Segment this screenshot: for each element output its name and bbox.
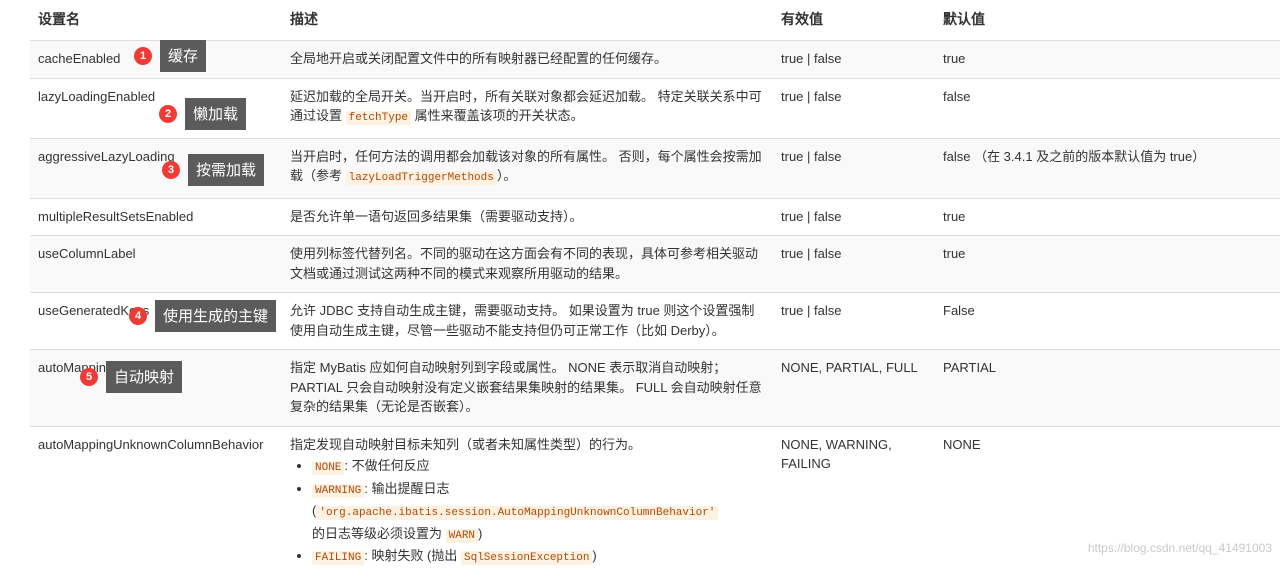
inline-code: lazyLoadTriggerMethods [345, 171, 497, 185]
header-default-value: 默认值 [935, 0, 1280, 41]
setting-default: true [935, 235, 1280, 293]
setting-description: 允许 JDBC 支持自动生成主键，需要驱动支持。 如果设置为 true 则这个设… [282, 292, 773, 350]
inline-code: SqlSessionException [461, 551, 593, 565]
setting-default: False [935, 292, 1280, 350]
setting-name: autoMappingUnknownColumnBehavior [30, 425, 282, 578]
settings-table: 设置名 描述 有效值 默认值 cacheEnabled 全局地开启或关闭配置文件… [30, 0, 1280, 578]
setting-valid-values: true | false [773, 77, 935, 138]
header-description: 描述 [282, 0, 773, 41]
list-item: WARNING: 输出提醒日志('org.apache.ibatis.sessi… [312, 479, 765, 547]
annotation-label: 缓存 [160, 40, 207, 72]
annotation-label: 使用生成的主键 [155, 300, 277, 332]
annotation-lazy-loading: 2 懒加载 [159, 98, 247, 130]
setting-name: multipleResultSetsEnabled [30, 197, 282, 236]
list-item: NONE: 不做任何反应 [312, 456, 765, 479]
annotation-number-badge: 3 [162, 161, 180, 179]
annotation-auto-mapping: 5 自动映射 [80, 361, 183, 393]
setting-default: false [935, 77, 1280, 138]
inline-code: WARN [445, 528, 479, 543]
setting-description: 当开启时，任何方法的调用都会加载该对象的所有属性。 否则，每个属性会按需加载（参… [282, 137, 773, 198]
annotation-generated-keys: 4 使用生成的主键 [129, 300, 277, 332]
annotation-number-badge: 1 [134, 47, 152, 65]
table-row: autoMappingBehavior 指定 MyBatis 应如何自动映射列到… [30, 349, 1280, 426]
setting-default: false （在 3.4.1 及之前的版本默认值为 true） [935, 137, 1280, 198]
setting-name: useColumnLabel [30, 235, 282, 293]
setting-description: 全局地开启或关闭配置文件中的所有映射器已经配置的任何缓存。 [282, 40, 773, 78]
annotation-label: 按需加载 [188, 154, 265, 186]
setting-default: true [935, 197, 1280, 236]
table-row: useColumnLabel 使用列标签代替列名。不同的驱动在这方面会有不同的表… [30, 235, 1280, 293]
table-row: multipleResultSetsEnabled 是否允许单一语句返回多结果集… [30, 197, 1280, 236]
setting-description: 延迟加载的全局开关。当开启时，所有关联对象都会延迟加载。 特定关联关系中可通过设… [282, 77, 773, 138]
description-text: 属性来覆盖该项的开关状态。 [411, 108, 584, 123]
inline-code: fetchType [345, 111, 412, 125]
watermark: https://blog.csdn.net/qq_41491003 [1087, 541, 1272, 555]
description-text: ）。 [496, 168, 517, 183]
setting-valid-values: NONE, PARTIAL, FULL [773, 349, 935, 426]
list-item-text: : 输出提醒日志 [364, 480, 450, 496]
annotation-label: 自动映射 [106, 361, 183, 393]
setting-description: 指定 MyBatis 应如何自动映射列到字段或属性。 NONE 表示取消自动映射… [282, 349, 773, 426]
inline-code: WARNING [312, 483, 365, 498]
setting-valid-values: true | false [773, 197, 935, 236]
annotation-number-badge: 4 [129, 307, 147, 325]
setting-valid-values: true | false [773, 292, 935, 350]
setting-valid-values: true | false [773, 40, 935, 78]
header-valid-values: 有效值 [773, 0, 935, 41]
header-setting-name: 设置名 [30, 0, 282, 41]
annotation-label: 懒加载 [185, 98, 247, 130]
setting-valid-values: true | false [773, 235, 935, 293]
list-item-text: ) [478, 525, 483, 541]
setting-valid-values: true | false [773, 137, 935, 198]
annotation-aggressive-loading: 3 按需加载 [162, 154, 265, 186]
setting-valid-values: NONE, WARNING, FAILING [773, 425, 935, 578]
setting-description: 使用列标签代替列名。不同的驱动在这方面会有不同的表现，具体可参考相关驱动文档或通… [282, 235, 773, 293]
inline-code: NONE [312, 461, 345, 475]
table-row: cacheEnabled 全局地开启或关闭配置文件中的所有映射器已经配置的任何缓… [30, 40, 1280, 78]
inline-code: FAILING [312, 551, 365, 565]
annotation-cache: 1 缓存 [134, 40, 207, 72]
list-item-text: 的日志等级必须设置为 [312, 525, 446, 541]
behavior-options-list: NONE: 不做任何反应 WARNING: 输出提醒日志('org.apache… [290, 456, 765, 569]
list-item: FAILING: 映射失败 (抛出 SqlSessionException) [312, 546, 765, 569]
table-header-row: 设置名 描述 有效值 默认值 [30, 0, 1280, 41]
annotation-number-badge: 5 [80, 368, 98, 386]
setting-default: PARTIAL [935, 349, 1280, 426]
annotation-number-badge: 2 [159, 105, 177, 123]
setting-description: 是否允许单一语句返回多结果集（需要驱动支持）。 [282, 197, 773, 236]
list-item-text: : 不做任何反应 [344, 458, 430, 473]
setting-default: true [935, 40, 1280, 78]
setting-description: 指定发现自动映射目标未知列（或者未知属性类型）的行为。 NONE: 不做任何反应… [282, 425, 773, 578]
inline-code: 'org.apache.ibatis.session.AutoMappingUn… [316, 506, 719, 520]
description-text: 指定发现自动映射目标未知列（或者未知属性类型）的行为。 [290, 436, 642, 452]
